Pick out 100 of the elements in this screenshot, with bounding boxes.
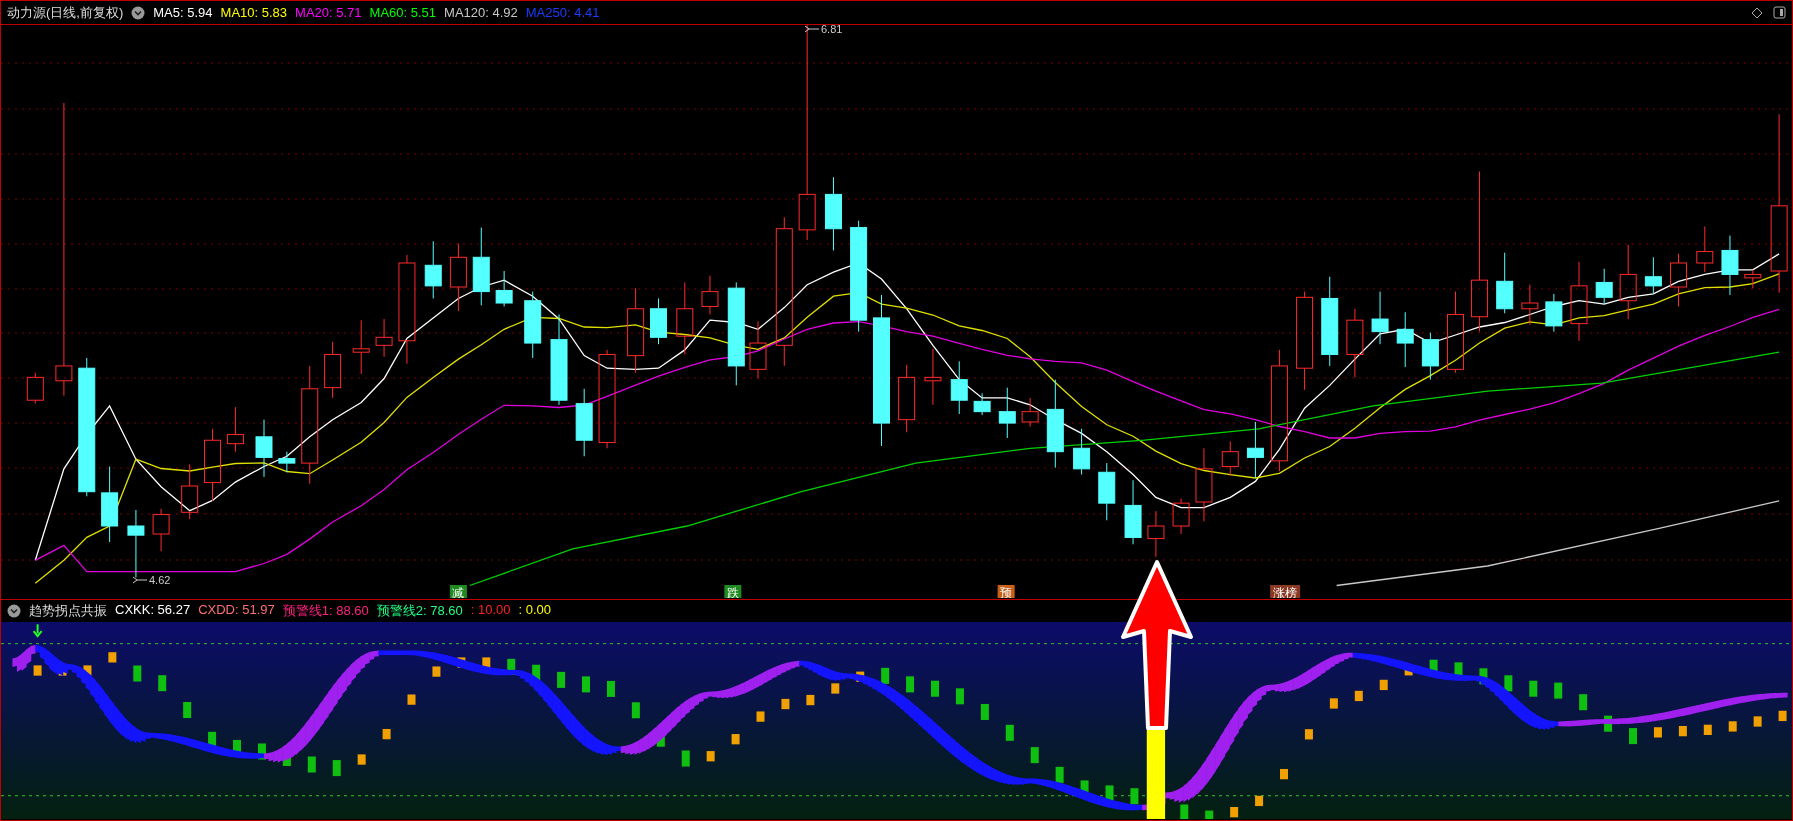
histogram-bar [1280, 769, 1288, 780]
histogram-bar [108, 652, 117, 663]
indicator-reading: CXKK: 56.27 [115, 602, 191, 619]
candlestick [998, 387, 1016, 439]
signal-label: 跌 [726, 586, 739, 598]
diamond-icon[interactable] [1751, 6, 1763, 19]
histogram-bar [906, 676, 915, 693]
pointer-icon [804, 25, 820, 33]
candlestick [352, 319, 370, 375]
candlestick [701, 275, 719, 315]
candlestick [575, 388, 593, 457]
candlestick [375, 318, 393, 358]
ma-reading: MA250: 4.41 [525, 5, 600, 20]
histogram-bar [307, 756, 316, 773]
down-arrow-icon [32, 623, 43, 638]
candlestick [1021, 397, 1039, 427]
candlestick [1496, 252, 1514, 314]
histogram-bar [781, 698, 790, 710]
candlestick [226, 406, 244, 453]
candlestick [278, 451, 296, 473]
candlestick [1421, 332, 1439, 381]
candlestick [898, 364, 916, 433]
candlestick [495, 270, 513, 307]
ma-reading: MA10: 5.83 [220, 5, 288, 20]
high-price-label: 6.81 [821, 25, 843, 35]
histogram-bar [1629, 728, 1637, 745]
candlestick [524, 291, 542, 359]
histogram-bar [1579, 694, 1588, 711]
histogram-bar [931, 680, 939, 697]
candlestick [1744, 269, 1762, 289]
histogram-bar [1055, 766, 1064, 783]
histogram-bar [831, 683, 840, 694]
window-toggle-icon[interactable] [1773, 6, 1786, 19]
histogram-bar [332, 760, 341, 777]
dropdown-icon[interactable] [7, 604, 21, 618]
candlestick [1721, 235, 1739, 296]
histogram-bar [706, 751, 715, 762]
histogram-bar [1379, 679, 1388, 691]
histogram-bar [1728, 721, 1737, 732]
histogram-bar [806, 694, 815, 706]
candlestick [1371, 291, 1389, 345]
histogram-bar [133, 665, 142, 682]
candlestick [1124, 479, 1142, 545]
signal-label: 减 [452, 586, 465, 598]
candlestick [1670, 253, 1687, 307]
candlestick [650, 297, 667, 345]
histogram-bar [1678, 725, 1687, 737]
histogram-bar [1230, 807, 1239, 818]
histogram-bar [158, 675, 167, 692]
candlestick [1396, 311, 1414, 368]
signal-label: 预 [1000, 586, 1013, 598]
candlestick [449, 243, 467, 312]
histogram-bar [881, 667, 890, 684]
indicator-reading: : 0.00 [518, 602, 552, 619]
candlestick [424, 240, 442, 299]
histogram-bar [1753, 716, 1762, 727]
histogram-bar [33, 665, 42, 676]
histogram-bar [407, 694, 416, 705]
ma-reading: MA60: 5.51 [369, 5, 437, 20]
low-price-label: 4.62 [149, 574, 171, 586]
histogram-bar [731, 734, 740, 745]
candlestick [255, 419, 273, 478]
histogram-bar [1329, 698, 1338, 709]
dropdown-icon[interactable] [131, 5, 146, 20]
candlestick [1595, 268, 1613, 305]
histogram-bar [1255, 795, 1264, 807]
candlestick [181, 463, 199, 520]
histogram-bar [1205, 810, 1214, 819]
histogram-bar [1778, 710, 1787, 722]
histogram-bar [1304, 729, 1313, 740]
candlestick [127, 509, 145, 578]
histogram-bar [1005, 724, 1014, 741]
histogram-bar [382, 728, 391, 740]
candlestick [324, 341, 342, 399]
candlestick [1073, 428, 1091, 476]
histogram-bar [183, 702, 192, 718]
histogram-bar [955, 688, 964, 705]
histogram-bar [1703, 724, 1712, 735]
histogram-bar [631, 702, 640, 719]
histogram-bar [1554, 682, 1563, 699]
indicator-reading: 预警线2: 78.60 [376, 602, 463, 620]
candlestick [1147, 510, 1165, 558]
histogram-bar [606, 680, 615, 697]
candlestick [973, 392, 991, 416]
candlestick [1346, 308, 1364, 378]
candlestick [1172, 498, 1190, 535]
indicator-reading: 预警线1: 88.60 [282, 602, 369, 620]
chart-title: 动力源(日线,前复权) [7, 3, 124, 22]
histogram-bar [557, 671, 566, 688]
signal-label: 涨榜 [1273, 586, 1298, 598]
candlestick [924, 348, 942, 406]
candlestick [950, 360, 968, 415]
ma-reading: MA120: 4.92 [444, 5, 518, 20]
histogram-bar [980, 703, 989, 720]
histogram-bar [1180, 804, 1189, 819]
indicator-reading: CXDD: 51.97 [198, 602, 275, 619]
histogram-bar [756, 711, 765, 722]
candlestick [1644, 256, 1662, 295]
candlestick [152, 508, 170, 552]
histogram-bar [432, 666, 441, 677]
